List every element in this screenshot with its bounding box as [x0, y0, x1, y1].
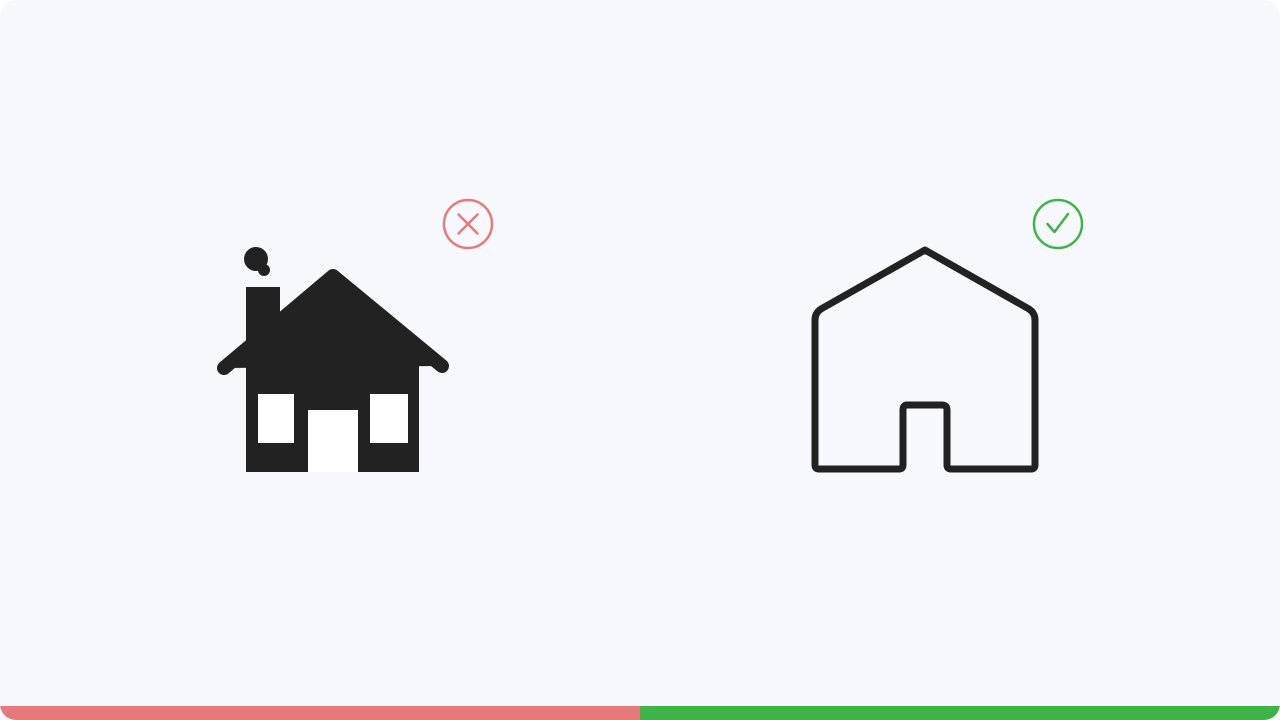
house-outline: [811, 246, 1039, 473]
wrong-color-segment: [0, 706, 640, 720]
filled-detailed-house-icon: [217, 247, 449, 472]
right-example-panel: [640, 0, 1280, 706]
verdict-color-bar: [0, 706, 1280, 720]
right-window: [370, 394, 408, 443]
right-color-segment: [640, 706, 1280, 720]
wrong-example-panel: [0, 0, 640, 706]
door: [308, 410, 358, 472]
outline-simple-house-icon: [811, 246, 1039, 473]
left-window: [258, 394, 294, 443]
comparison-card: [0, 0, 1280, 720]
smoke-puff-small: [258, 264, 270, 276]
